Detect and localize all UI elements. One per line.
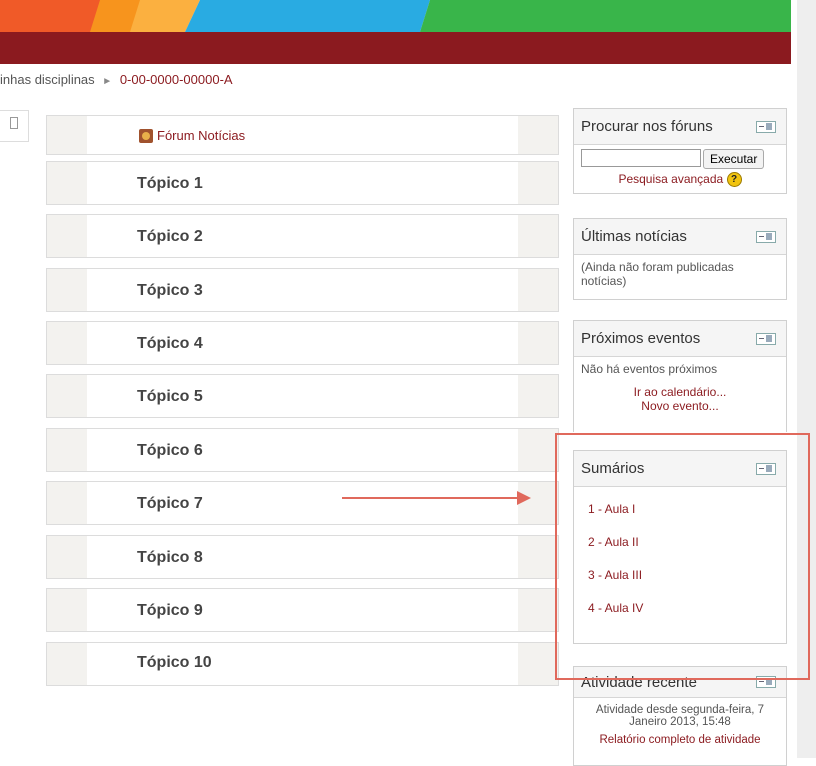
block-title: Procurar nos fóruns xyxy=(581,118,713,135)
section-title: Tópico 1 xyxy=(137,175,203,192)
block-recent-activity: Atividade recente Atividade desde segund… xyxy=(573,666,787,766)
section-topic: Tópico 3 xyxy=(46,268,559,312)
section-topic: Tópico 1 xyxy=(46,161,559,205)
section-title: Tópico 4 xyxy=(137,335,203,352)
breadcrumb-separator: ► xyxy=(102,76,113,87)
breadcrumb: inhas disciplinas ► 0-00-0000-00000-A xyxy=(0,72,233,87)
dock-icon[interactable] xyxy=(756,333,776,345)
section-title: Tópico 7 xyxy=(137,495,203,512)
annotation-arrow-head xyxy=(517,491,531,505)
section-title: Tópico 8 xyxy=(137,549,203,566)
block-title: Próximos eventos xyxy=(581,330,701,347)
recent-text: Atividade desde segunda-feira, 7 Janeiro… xyxy=(595,704,765,728)
advanced-search-link[interactable]: Pesquisa avançada xyxy=(618,172,723,186)
section-topic: Tópico 9 xyxy=(46,588,559,632)
calendar-link[interactable]: Ir ao calendário... xyxy=(634,385,727,399)
section-topic: Tópico 2 xyxy=(46,214,559,258)
breadcrumb-parent[interactable]: inhas disciplinas xyxy=(0,72,95,87)
section-title: Tópico 10 xyxy=(137,654,212,671)
section-title: Tópico 9 xyxy=(137,602,203,619)
forum-search-input[interactable] xyxy=(581,149,701,167)
block-search-forums: Procurar nos fóruns Executar Pesquisa av… xyxy=(573,108,787,194)
section-topic: Tópico 4 xyxy=(46,321,559,365)
section-topic: Tópico 8 xyxy=(46,535,559,579)
section-topic: Tópico 10 xyxy=(46,642,559,686)
events-text: Não há eventos próximos xyxy=(581,362,718,376)
forum-news-label: Fórum Notícias xyxy=(157,128,246,143)
banner-graphic xyxy=(0,0,791,32)
section-title: Tópico 5 xyxy=(137,388,203,405)
block-title: Últimas notícias xyxy=(581,228,687,245)
full-activity-report-link[interactable]: Relatório completo de atividade xyxy=(599,734,760,746)
section-topic: Tópico 6 xyxy=(46,428,559,472)
new-event-link[interactable]: Novo evento... xyxy=(641,399,718,413)
section-title: Tópico 3 xyxy=(137,282,203,299)
dock-icon[interactable] xyxy=(756,121,776,133)
news-text: (Ainda não foram publicadas notícias) xyxy=(581,260,734,288)
annotation-arrow xyxy=(342,497,522,499)
dock-icon[interactable] xyxy=(10,117,18,129)
header-bar xyxy=(0,32,791,64)
dock-icon[interactable] xyxy=(756,231,776,243)
block-latest-news: Últimas notícias (Ainda não foram public… xyxy=(573,218,787,300)
section-topic: Tópico 5 xyxy=(46,374,559,418)
help-icon[interactable]: ? xyxy=(726,172,742,188)
annotation-highlight-box xyxy=(555,433,810,680)
search-execute-button[interactable]: Executar xyxy=(703,149,765,169)
left-block-stub[interactable] xyxy=(0,110,29,142)
section-title: Tópico 2 xyxy=(137,228,203,245)
block-upcoming-events: Próximos eventos Não há eventos próximos… xyxy=(573,320,787,432)
forum-icon xyxy=(139,128,153,143)
section-topic: Tópico 7 xyxy=(46,481,559,525)
section-general: Fórum Notícias xyxy=(46,115,559,155)
breadcrumb-current[interactable]: 0-00-0000-00000-A xyxy=(120,72,233,87)
section-title: Tópico 6 xyxy=(137,442,203,459)
forum-news-link[interactable]: Fórum Notícias xyxy=(139,128,245,143)
header-banner xyxy=(0,0,791,32)
